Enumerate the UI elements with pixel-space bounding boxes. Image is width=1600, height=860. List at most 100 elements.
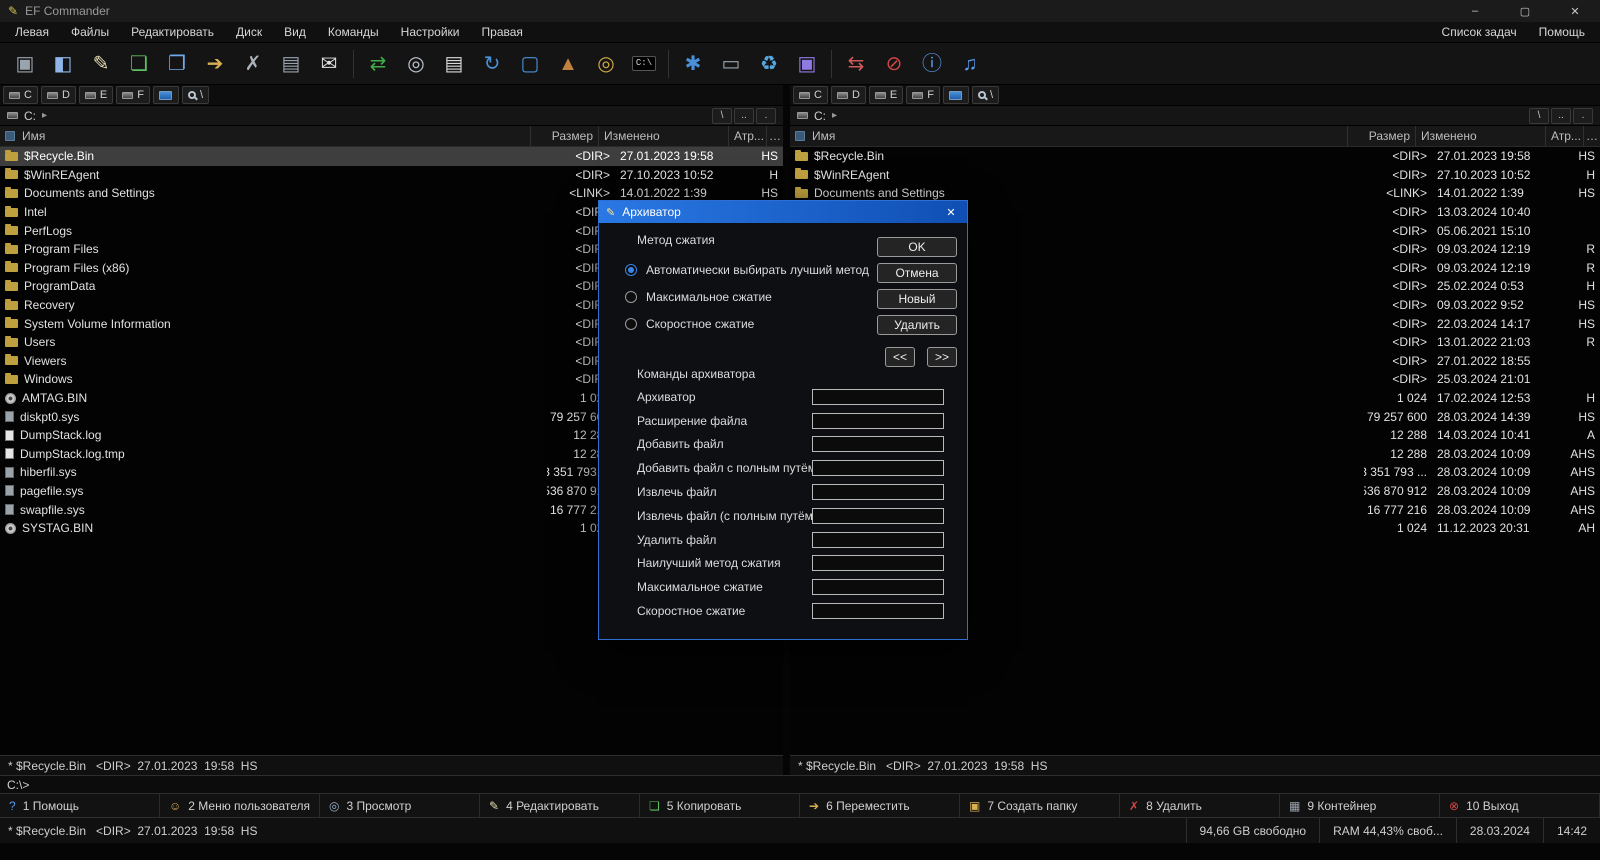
- path-root-button[interactable]: \: [712, 108, 732, 124]
- close-button[interactable]: ✕: [1550, 0, 1600, 22]
- field-input[interactable]: [812, 532, 944, 548]
- field-input[interactable]: [812, 413, 944, 429]
- column-header-attr[interactable]: Атр...: [1546, 126, 1584, 146]
- fn-key-2[interactable]: ☺2 Меню пользователя: [160, 794, 320, 817]
- desktop-button[interactable]: [943, 86, 969, 104]
- info-icon[interactable]: ⓘ: [913, 47, 951, 81]
- field-input[interactable]: [812, 555, 944, 571]
- sync-icon[interactable]: ↻: [473, 47, 511, 81]
- file-row[interactable]: $Recycle.Bin<DIR>27.01.2023 19:58HS: [0, 147, 783, 166]
- radio-option[interactable]: Автоматически выбирать лучший метод: [625, 263, 869, 277]
- menu-view[interactable]: Вид: [273, 25, 317, 39]
- column-header-date[interactable]: Изменено: [599, 126, 729, 146]
- print-icon[interactable]: ▤: [272, 47, 310, 81]
- field-input[interactable]: [812, 508, 944, 524]
- prev-button[interactable]: <<: [885, 347, 915, 367]
- drive-button-f[interactable]: F: [116, 86, 150, 104]
- fn-key-3[interactable]: ◎3 Просмотр: [320, 794, 480, 817]
- radio-option[interactable]: Максимальное сжатие: [625, 290, 869, 304]
- plugin-icon[interactable]: ▭: [712, 47, 750, 81]
- field-input[interactable]: [812, 603, 944, 619]
- file-row[interactable]: $WinREAgent<DIR>27.10.2023 10:52H: [0, 166, 783, 185]
- refresh-icon[interactable]: ⇄: [359, 47, 397, 81]
- column-header-attr[interactable]: Атр...: [729, 126, 767, 146]
- quick-view-icon[interactable]: ◧: [44, 47, 82, 81]
- fn-key-9[interactable]: ▦9 Контейнер: [1280, 794, 1440, 817]
- settings-icon[interactable]: ✱: [674, 47, 712, 81]
- path-dot-button[interactable]: .: [756, 108, 776, 124]
- search-icon[interactable]: ◎: [397, 47, 435, 81]
- menu-files[interactable]: Файлы: [60, 25, 120, 39]
- fn-key-8[interactable]: ✗8 Удалить: [1120, 794, 1280, 817]
- dialog-close-button[interactable]: ✕: [942, 206, 960, 219]
- move-icon[interactable]: ➔: [196, 47, 234, 81]
- ok-button[interactable]: OK: [877, 237, 957, 257]
- path-parent-button[interactable]: ..: [734, 108, 754, 124]
- column-header-name[interactable]: Имя: [790, 126, 1348, 146]
- maximize-button[interactable]: ▢: [1500, 0, 1550, 22]
- drive-button-e[interactable]: E: [79, 86, 113, 104]
- help-menu[interactable]: Помощь: [1528, 25, 1596, 39]
- mail-icon[interactable]: ✉: [310, 47, 348, 81]
- find-files-icon[interactable]: ◎: [587, 47, 625, 81]
- column-header-more[interactable]: …: [767, 126, 783, 146]
- dual-panel-icon[interactable]: ▣: [6, 47, 44, 81]
- new-button[interactable]: Новый: [877, 289, 957, 309]
- search-drive-button[interactable]: \: [972, 86, 999, 104]
- fn-key-4[interactable]: ✎4 Редактировать: [480, 794, 640, 817]
- fn-key-10[interactable]: ⊗10 Выход: [1440, 794, 1600, 817]
- next-button[interactable]: >>: [927, 347, 957, 367]
- command-line[interactable]: C:\>: [0, 775, 1600, 793]
- fn-key-5[interactable]: ❏5 Копировать: [640, 794, 800, 817]
- copy-icon[interactable]: ❏: [120, 47, 158, 81]
- cancel-button[interactable]: Отмена: [877, 263, 957, 283]
- field-input[interactable]: [812, 436, 944, 452]
- sound-icon[interactable]: ♫: [951, 47, 989, 81]
- column-header-size[interactable]: Размер: [531, 126, 599, 146]
- fn-key-6[interactable]: ➔6 Переместить: [800, 794, 960, 817]
- delete-icon[interactable]: ✗: [234, 47, 272, 81]
- column-header-date[interactable]: Изменено: [1416, 126, 1546, 146]
- minimize-button[interactable]: –: [1450, 0, 1500, 22]
- field-input[interactable]: [812, 460, 944, 476]
- path-parent-button[interactable]: ..: [1551, 108, 1571, 124]
- dialog-titlebar[interactable]: ✎ Архиватор ✕: [599, 201, 967, 223]
- column-header-name[interactable]: Имя: [0, 126, 531, 146]
- radio-option[interactable]: Скоростное сжатие: [625, 317, 869, 331]
- fn-key-7[interactable]: ▣7 Создать папку: [960, 794, 1120, 817]
- drive-button-c[interactable]: C: [3, 86, 38, 104]
- field-input[interactable]: [812, 389, 944, 405]
- drive-button-d[interactable]: D: [41, 86, 76, 104]
- path-dot-button[interactable]: .: [1573, 108, 1593, 124]
- fn-key-1[interactable]: ?1 Помощь: [0, 794, 160, 817]
- path-text[interactable]: C:: [24, 109, 36, 123]
- remote-desktop-icon[interactable]: ▣: [788, 47, 826, 81]
- recycle-icon[interactable]: ♻: [750, 47, 788, 81]
- menu-edit[interactable]: Редактировать: [120, 25, 225, 39]
- view-text-icon[interactable]: ▤: [435, 47, 473, 81]
- path-text[interactable]: C:: [814, 109, 826, 123]
- column-header-more[interactable]: …: [1584, 126, 1600, 146]
- file-row[interactable]: $WinREAgent<DIR>27.10.2023 10:52H: [790, 166, 1600, 185]
- search-drive-button[interactable]: \: [182, 86, 209, 104]
- field-input[interactable]: [812, 579, 944, 595]
- column-header-size[interactable]: Размер: [1348, 126, 1416, 146]
- menu-right-pane[interactable]: Правая: [471, 25, 534, 39]
- duplicate-icon[interactable]: ❐: [158, 47, 196, 81]
- delete-button[interactable]: Удалить: [877, 315, 957, 335]
- menu-left-pane[interactable]: Левая: [4, 25, 60, 39]
- desktop-button[interactable]: [153, 86, 179, 104]
- drive-button-f[interactable]: F: [906, 86, 940, 104]
- menu-settings[interactable]: Настройки: [390, 25, 471, 39]
- abort-icon[interactable]: ⊘: [875, 47, 913, 81]
- drive-button-c[interactable]: C: [793, 86, 828, 104]
- select-display-icon[interactable]: ▢: [511, 47, 549, 81]
- file-row[interactable]: $Recycle.Bin<DIR>27.01.2023 19:58HS: [790, 147, 1600, 166]
- drive-button-d[interactable]: D: [831, 86, 866, 104]
- menu-commands[interactable]: Команды: [317, 25, 390, 39]
- task-list-menu[interactable]: Список задач: [1431, 25, 1528, 39]
- swap-panels-icon[interactable]: ⇆: [837, 47, 875, 81]
- edit-icon[interactable]: ✎: [82, 47, 120, 81]
- path-root-button[interactable]: \: [1529, 108, 1549, 124]
- terminal-icon[interactable]: C:\: [625, 47, 663, 81]
